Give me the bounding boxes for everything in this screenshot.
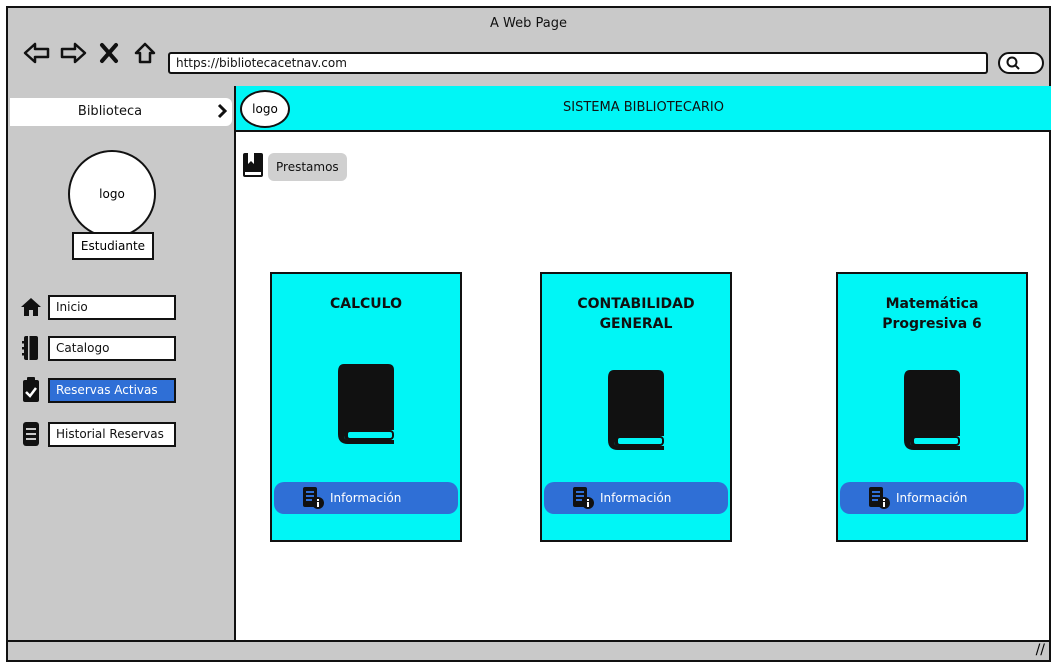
browser-nav	[22, 40, 160, 66]
sidebar-header[interactable]: Biblioteca	[10, 98, 232, 126]
book-title-line: CALCULO	[330, 296, 402, 312]
document-icon	[20, 421, 42, 447]
sidebar-item-catalogo[interactable]: Catalogo	[20, 335, 176, 361]
catalog-icon	[20, 335, 42, 361]
info-button[interactable]: Información	[544, 482, 728, 514]
book-title: CONTABILIDAD GENERAL	[548, 294, 724, 334]
sidebar-item-reservas-activas[interactable]: Reservas Activas	[20, 377, 176, 403]
book-icon	[904, 370, 960, 450]
window-title: A Web Page	[490, 16, 567, 31]
browser-search-button[interactable]	[998, 52, 1044, 74]
section-label: Prestamos	[268, 153, 347, 181]
close-icon[interactable]	[94, 40, 124, 66]
forward-arrow-icon[interactable]	[58, 40, 88, 66]
home-icon	[20, 294, 42, 320]
app-header: logo SISTEMA BIBLIOTECARIO	[236, 86, 1051, 132]
book-card: CALCULO Información	[270, 272, 462, 542]
book-title: Matemática Progresiva 6	[844, 294, 1020, 334]
browser-window: A Web Page https://bibliotecacetnav.com …	[6, 6, 1051, 662]
info-button-label: Información	[330, 491, 402, 505]
info-button-label: Información	[600, 491, 672, 505]
sidebar: Biblioteca logo Estudiante Inicio Catalo…	[10, 88, 232, 644]
avatar-label: logo	[99, 187, 125, 201]
clipboard-check-icon	[20, 377, 42, 403]
sidebar-item-historial-reservas[interactable]: Historial Reservas	[20, 421, 176, 447]
sidebar-item-label: Historial Reservas	[48, 421, 176, 447]
status-bar: //	[8, 640, 1049, 660]
info-document-icon	[303, 487, 324, 509]
book-title-line: Progresiva 6	[882, 316, 982, 332]
book-title-line: CONTABILIDAD	[577, 296, 695, 312]
info-button-label: Información	[896, 491, 968, 505]
sidebar-title: Biblioteca	[77, 104, 143, 119]
main-content: logo SISTEMA BIBLIOTECARIO Prestamos CAL…	[234, 86, 1051, 640]
section-prestamos[interactable]: Prestamos	[242, 152, 347, 182]
home-icon[interactable]	[130, 40, 160, 66]
user-role-badge: Estudiante	[72, 232, 154, 260]
info-button[interactable]: Información	[840, 482, 1024, 514]
back-arrow-icon[interactable]	[22, 40, 52, 66]
sidebar-item-inicio[interactable]: Inicio	[20, 294, 176, 320]
search-icon	[1006, 56, 1020, 70]
sidebar-item-label: Inicio	[48, 294, 176, 320]
info-document-icon	[573, 487, 594, 509]
chevron-right-icon[interactable]	[216, 103, 228, 123]
sidebar-item-label: Reservas Activas	[48, 377, 176, 403]
sidebar-item-label: Catalogo	[48, 335, 176, 361]
avatar: logo	[68, 150, 156, 238]
url-input[interactable]: https://bibliotecacetnav.com	[168, 52, 988, 74]
book-card: CONTABILIDAD GENERAL Información	[540, 272, 732, 542]
book-title: CALCULO	[278, 294, 454, 314]
info-button[interactable]: Información	[274, 482, 458, 514]
book-title-line: Matemática	[885, 296, 979, 312]
book-icon	[608, 370, 664, 450]
resize-handle-icon[interactable]: //	[1036, 642, 1045, 658]
info-document-icon	[869, 487, 890, 509]
page-title: SISTEMA BIBLIOTECARIO	[563, 100, 724, 115]
book-card: Matemática Progresiva 6 Información	[836, 272, 1028, 542]
book-icon	[338, 364, 394, 444]
bookmark-book-icon	[242, 152, 264, 182]
book-title-line: GENERAL	[599, 316, 673, 332]
user-role-label: Estudiante	[80, 239, 146, 253]
